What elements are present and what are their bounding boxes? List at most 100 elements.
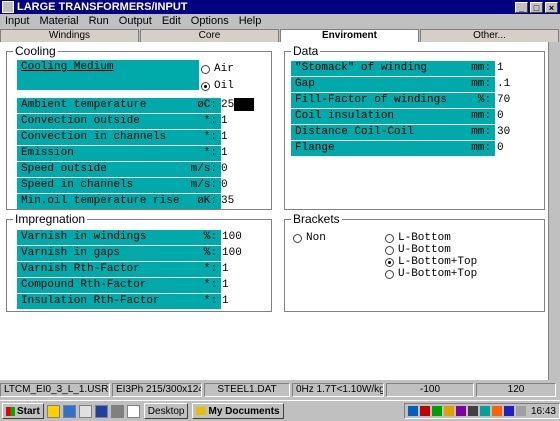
cooling-row: Speed in channels m/s: [17, 178, 221, 193]
convection-outside-input[interactable]: 1 [221, 114, 228, 129]
quicklaunch-icon[interactable] [62, 404, 76, 418]
maximize-icon[interactable]: □ [530, 1, 543, 13]
window-title: LARGE TRANSFORMERS/INPUT [17, 1, 188, 13]
menu-help[interactable]: Help [234, 15, 267, 27]
status-value-1: -100 [386, 383, 474, 397]
tray-icon[interactable] [455, 406, 466, 416]
tab-core[interactable]: Core [140, 29, 279, 42]
cooling-group: Cooling Cooling Medium Air Oil Ambient t… [6, 44, 272, 210]
cooling-row: Ambient temperature øC: [17, 98, 221, 113]
impregnation-row: Varnish in gaps %: [17, 246, 221, 261]
varnish-rth-input[interactable]: 1 [222, 262, 229, 277]
fill-factor-input[interactable]: 70 [497, 93, 510, 108]
impregnation-row: Varnish in windings %: [17, 230, 221, 245]
gap-input[interactable]: .1 [497, 77, 510, 92]
radio-bracket-non-circle[interactable] [293, 233, 302, 243]
radio-bracket-u-bottom-top-label: U-Bottom+Top [398, 268, 478, 280]
tray-icon[interactable] [491, 406, 502, 416]
quicklaunch-icon[interactable] [110, 404, 124, 418]
insulation-rth-input[interactable]: 1 [222, 294, 229, 309]
tab-strip: Windings Core Enviroment Other... [0, 29, 560, 42]
radio-bracket-l-bottom-top-circle[interactable] [385, 257, 394, 267]
emission-input[interactable]: 1 [221, 146, 228, 161]
menu-bar: Input Material Run Output Edit Options H… [0, 14, 560, 28]
radio-air-circle[interactable] [201, 64, 210, 74]
speed-channels-input[interactable]: 0 [221, 178, 228, 193]
convection-channels-input[interactable]: 1 [221, 130, 228, 145]
tray-icon[interactable] [407, 406, 418, 416]
data-row: Coil insulation mm: [291, 109, 495, 124]
brackets-group: Brackets Non L-Bottom U-Bottom L-Bottom+… [284, 212, 545, 312]
taskbar: Start Desktop My Documents 16:43 [0, 400, 560, 421]
cooling-row: Min.oil temperature rise øK: [17, 194, 221, 209]
quicklaunch-icon[interactable] [78, 404, 92, 418]
status-core: EI3Ph 215/300x1240 [112, 383, 202, 397]
radio-bracket-u-bottom-top[interactable]: U-Bottom+Top [385, 267, 477, 281]
min-oil-temperature-input[interactable]: 35 [221, 194, 234, 209]
brackets-title: Brackets [291, 212, 342, 226]
radio-air-label: Air [214, 63, 234, 75]
status-steel: STEEL1.DAT [204, 383, 290, 397]
cooling-row: Convection in channels *: [17, 130, 221, 145]
main-panel: Cooling Cooling Medium Air Oil Ambient t… [0, 42, 548, 380]
radio-bracket-u-bottom-top-circle[interactable] [385, 269, 394, 279]
radio-bracket-non[interactable]: Non [293, 231, 326, 245]
menu-output[interactable]: Output [114, 15, 157, 27]
varnish-windings-input[interactable]: 100 [222, 230, 242, 245]
stomack-input[interactable]: 1 [497, 61, 504, 76]
impregnation-group: Impregnation Varnish in windings %: 100 … [6, 212, 272, 312]
ambient-temperature-input[interactable]: 25 [221, 98, 255, 113]
tray-icon[interactable] [443, 406, 454, 416]
tab-windings[interactable]: Windings [0, 29, 139, 42]
data-title: Data [291, 44, 321, 58]
tab-other[interactable]: Other... [420, 29, 559, 42]
data-row: Distance Coil-Coil mm: [291, 125, 495, 140]
minimize-icon[interactable]: _ [515, 1, 528, 13]
radio-bracket-u-bottom-circle[interactable] [385, 245, 394, 255]
status-bar: LTCM_EI0_3_L_1.USR EI3Ph 215/300x1240 ST… [0, 383, 560, 397]
status-value-2: 120 [476, 383, 556, 397]
menu-edit[interactable]: Edit [157, 15, 186, 27]
compound-rth-input[interactable]: 1 [222, 278, 229, 293]
quicklaunch-icon[interactable] [94, 404, 108, 418]
vertical-scrollbar[interactable] [548, 42, 560, 380]
speed-outside-input[interactable]: 0 [221, 162, 228, 177]
windows-logo-icon [6, 406, 15, 416]
radio-oil-circle[interactable] [201, 81, 210, 91]
taskbar-desktop[interactable]: Desktop [143, 403, 189, 419]
app-icon[interactable] [2, 1, 14, 13]
radio-air[interactable]: Air [201, 62, 234, 76]
impregnation-row: Insulation Rth-Factor *: [17, 294, 221, 309]
radio-bracket-l-bottom-circle[interactable] [385, 233, 394, 243]
menu-options[interactable]: Options [186, 15, 234, 27]
coil-insulation-input[interactable]: 0 [497, 109, 504, 124]
tray-icon[interactable] [503, 406, 514, 416]
tray-icon[interactable] [419, 406, 430, 416]
menu-material[interactable]: Material [34, 15, 83, 27]
start-button[interactable]: Start [2, 403, 44, 419]
impregnation-row: Compound Rth-Factor *: [17, 278, 221, 293]
impregnation-row: Varnish Rth-Factor *: [17, 262, 221, 277]
distance-coil-input[interactable]: 30 [497, 125, 510, 140]
folder-icon [196, 407, 207, 415]
tray-icon[interactable] [515, 406, 526, 416]
tray-icon[interactable] [431, 406, 442, 416]
tab-enviroment[interactable]: Enviroment [280, 29, 419, 42]
radio-bracket-non-label: Non [306, 232, 326, 244]
quicklaunch-icon[interactable] [126, 404, 140, 418]
radio-oil[interactable]: Oil [201, 79, 234, 93]
tray-icon[interactable] [467, 406, 478, 416]
close-icon[interactable]: × [545, 1, 558, 13]
flange-input[interactable]: 0 [497, 141, 504, 156]
data-row: "Stomack" of winding mm: [291, 61, 495, 76]
quicklaunch-icon[interactable] [46, 404, 60, 418]
menu-run[interactable]: Run [84, 15, 114, 27]
taskbar-my-documents[interactable]: My Documents [192, 403, 284, 419]
clock: 16:43 [530, 405, 556, 417]
menu-input[interactable]: Input [0, 15, 34, 27]
tray-icon[interactable] [479, 406, 490, 416]
radio-oil-label: Oil [214, 80, 234, 92]
varnish-gaps-input[interactable]: 100 [222, 246, 242, 261]
impregnation-title: Impregnation [13, 212, 88, 226]
text-cursor [234, 98, 255, 111]
